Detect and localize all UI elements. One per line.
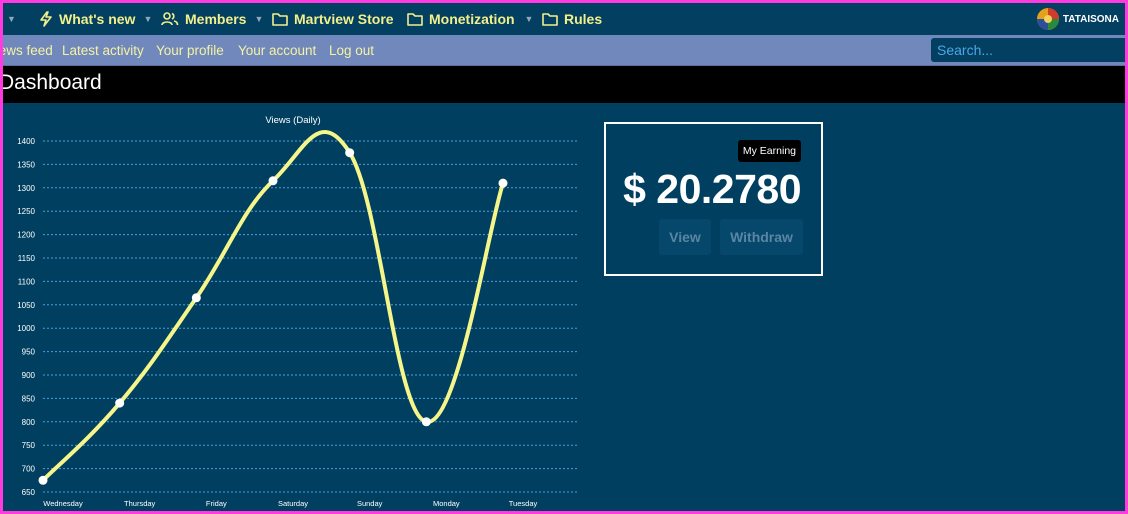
withdraw-button[interactable]: Withdraw <box>720 219 803 255</box>
subnav-your-profile[interactable]: Your profile <box>156 35 224 65</box>
nav-menu-dropdown[interactable]: ▼ <box>3 3 16 35</box>
data-point[interactable] <box>268 176 278 186</box>
earnings-amount: $ 20.2780 <box>623 166 801 212</box>
x-tick-label: Monday <box>433 499 460 508</box>
data-point[interactable] <box>345 148 355 158</box>
y-tick-label: 1000 <box>17 324 35 333</box>
chevron-down-icon: ▼ <box>254 14 264 24</box>
page-title-bar: Dashboard <box>3 66 1125 103</box>
subnav-your-account[interactable]: Your account <box>238 35 316 65</box>
y-tick-label: 1200 <box>17 231 35 240</box>
brand-logo[interactable]: TATAISONA <box>1036 7 1119 31</box>
data-point[interactable] <box>191 293 201 303</box>
y-tick-label: 900 <box>22 371 36 380</box>
x-tick-label: Friday <box>206 499 227 508</box>
y-tick-label: 750 <box>22 441 36 450</box>
nav-martview-store[interactable]: Martview Store <box>272 3 394 35</box>
chart-points <box>38 148 508 485</box>
nav-label: Martview Store <box>294 11 394 27</box>
y-tick-label: 1050 <box>17 301 35 310</box>
earnings-badge: My Earning <box>737 140 801 162</box>
data-point[interactable] <box>115 398 125 408</box>
sub-navigation: News feed Latest activity Your profile Y… <box>3 35 1125 66</box>
earnings-card: My Earning $ 20.2780 View Withdraw <box>604 122 823 276</box>
x-tick-label: Tuesday <box>509 499 538 508</box>
nav-label: Monetization <box>429 11 515 27</box>
nav-label: Rules <box>564 11 603 27</box>
chart-grid <box>43 140 578 493</box>
x-tick-label: Sunday <box>357 499 383 508</box>
folder-icon <box>542 13 558 26</box>
search-input[interactable] <box>931 38 1125 62</box>
subnav-latest-activity[interactable]: Latest activity <box>62 35 144 65</box>
chart-x-axis: Wednesday Thursday Friday Saturday Sunday Mon… <box>43 499 537 508</box>
folder-icon <box>272 13 288 26</box>
browser-viewport: ▼ What's new ▼ Members ▼ Martview Store <box>3 3 1125 511</box>
subnav-log-out[interactable]: Log out <box>329 35 374 65</box>
x-tick-label: Wednesday <box>43 499 83 508</box>
x-tick-label: Saturday <box>278 499 308 508</box>
brand-logo-icon <box>1036 8 1059 30</box>
y-tick-label: 1400 <box>17 137 35 146</box>
brand-name: TATAISONA <box>1062 13 1119 25</box>
data-point[interactable] <box>421 417 431 427</box>
y-tick-label: 950 <box>22 348 36 357</box>
y-tick-label: 1250 <box>17 207 35 216</box>
views-chart: Views (Daily) 650 700 750 800 850 900 950 1000 1… <box>17 115 578 508</box>
y-tick-label: 1150 <box>18 254 36 263</box>
nav-members[interactable]: Members ▼ <box>161 3 263 35</box>
nav-rules[interactable]: Rules <box>542 3 602 35</box>
folder-icon <box>407 13 423 26</box>
nav-label: What's new <box>59 11 136 27</box>
chart-title: Views (Daily) <box>265 115 320 126</box>
y-tick-label: 800 <box>22 418 36 427</box>
y-tick-label: 1350 <box>17 160 35 169</box>
top-navigation: ▼ What's new ▼ Members ▼ Martview Store <box>3 3 1125 35</box>
y-tick-label: 650 <box>22 488 36 497</box>
users-icon <box>161 12 179 26</box>
nav-label: Members <box>185 11 247 27</box>
x-tick-label: Thursday <box>124 499 156 508</box>
y-tick-label: 1100 <box>18 277 36 286</box>
y-tick-label: 1300 <box>17 184 35 193</box>
chevron-down-icon: ▼ <box>143 14 153 24</box>
chevron-down-icon: ▼ <box>524 14 534 24</box>
view-button[interactable]: View <box>659 219 711 255</box>
bolt-icon <box>40 11 52 27</box>
nav-whats-new[interactable]: What's new ▼ <box>39 3 152 35</box>
nav-monetization[interactable]: Monetization ▼ <box>407 3 533 35</box>
chevron-down-icon: ▼ <box>7 14 16 24</box>
y-tick-label: 700 <box>22 465 36 474</box>
data-point[interactable] <box>38 475 48 485</box>
chart-y-axis: 650 700 750 800 850 900 950 1000 1050 1100 1150 120… <box>17 137 35 497</box>
page-title: Dashboard <box>3 71 102 94</box>
data-point[interactable] <box>498 178 508 188</box>
subnav-news-feed[interactable]: News feed <box>3 35 53 65</box>
y-tick-label: 850 <box>22 394 36 403</box>
